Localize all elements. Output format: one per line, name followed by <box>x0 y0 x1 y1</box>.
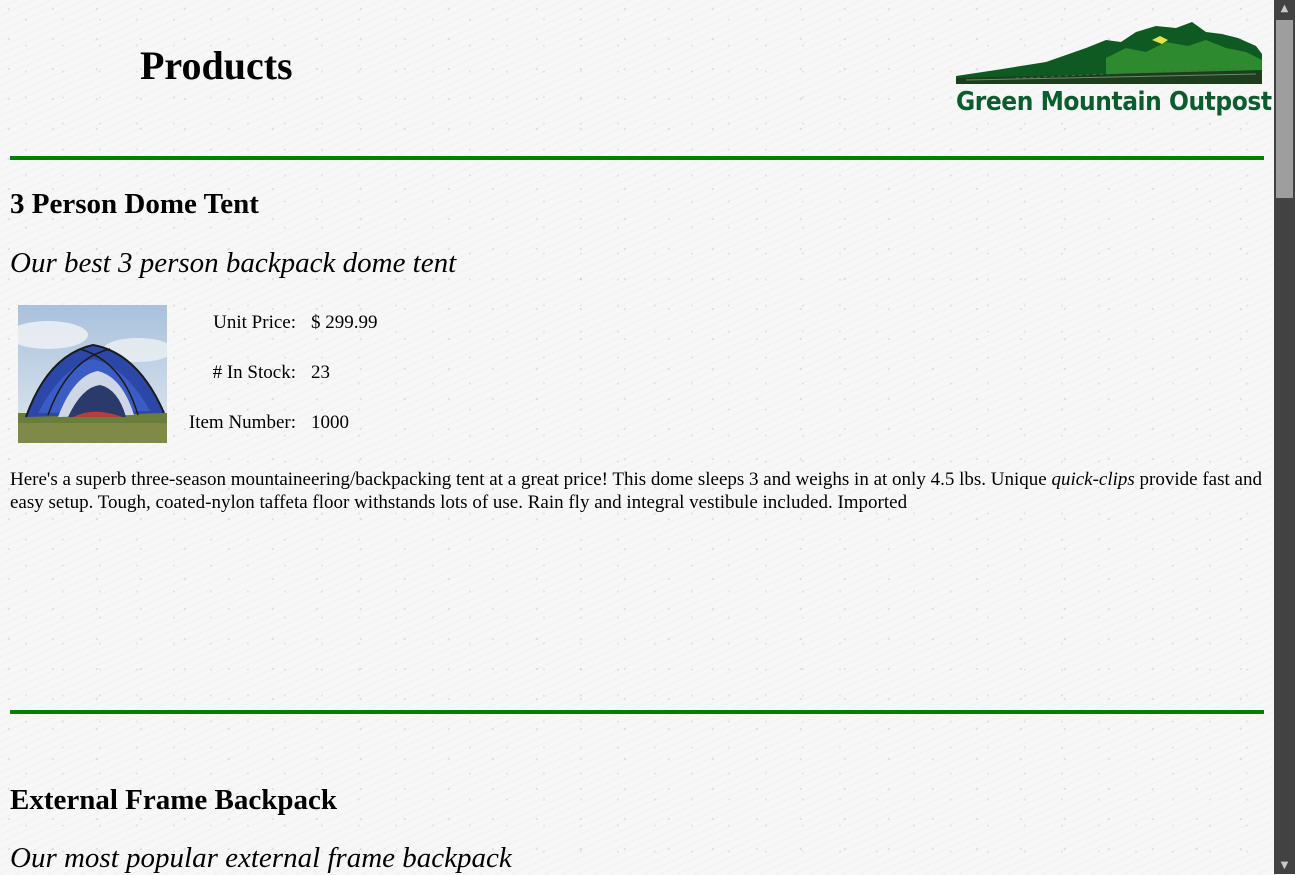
logo: Green Mountain Outpost <box>956 18 1272 120</box>
product-backpack: External Frame Backpack Our most popular… <box>10 783 1264 875</box>
arrow-up-icon[interactable]: ▲ <box>1274 0 1295 17</box>
product-tent: 3 Person Dome Tent Our best 3 person bac… <box>10 160 1264 514</box>
spec-value: 23 <box>311 362 330 383</box>
mountain-logo-icon <box>956 22 1262 84</box>
spec-row-item-number: Item Number: 1000 <box>180 409 386 459</box>
spec-row-price: Unit Price: $ 299.99 <box>180 309 386 359</box>
product-tagline: Our most popular external frame backpack <box>10 842 512 874</box>
product-description: Here's a superb three-season mountaineer… <box>10 468 1264 514</box>
spec-label: Unit Price: <box>213 312 296 333</box>
product-details: Unit Price: $ 299.99 # In Stock: 23 Item… <box>10 305 1264 455</box>
spec-table: Unit Price: $ 299.99 # In Stock: 23 Item… <box>180 309 386 459</box>
product-name: 3 Person Dome Tent <box>10 188 259 220</box>
spec-value: $ 299.99 <box>311 312 378 333</box>
spec-label: Item Number: <box>188 412 296 433</box>
spec-row-stock: # In Stock: 23 <box>180 359 386 409</box>
arrow-down-icon[interactable]: ▼ <box>1274 857 1295 874</box>
spec-label: # In Stock: <box>212 362 296 383</box>
spec-value: 1000 <box>311 412 349 433</box>
page-title: Products <box>140 43 293 88</box>
description-emphasis: quick-clips <box>1051 469 1135 490</box>
scrollbar-thumb[interactable] <box>1276 20 1293 198</box>
vertical-scrollbar[interactable]: ▲ ▼ <box>1274 0 1295 874</box>
page-header: Products Green Mountain Outpost <box>10 0 1272 156</box>
page-content: Products Green Mountain Outpost 3 Person… <box>10 0 1272 874</box>
product-name: External Frame Backpack <box>10 784 338 816</box>
description-text: Here's a superb three-season mountaineer… <box>10 469 1052 490</box>
logo-text: Green Mountain Outpost <box>956 87 1272 117</box>
section-divider <box>10 710 1264 714</box>
product-tagline: Our best 3 person backpack dome tent <box>10 247 457 279</box>
tent-photo-icon <box>18 305 167 443</box>
